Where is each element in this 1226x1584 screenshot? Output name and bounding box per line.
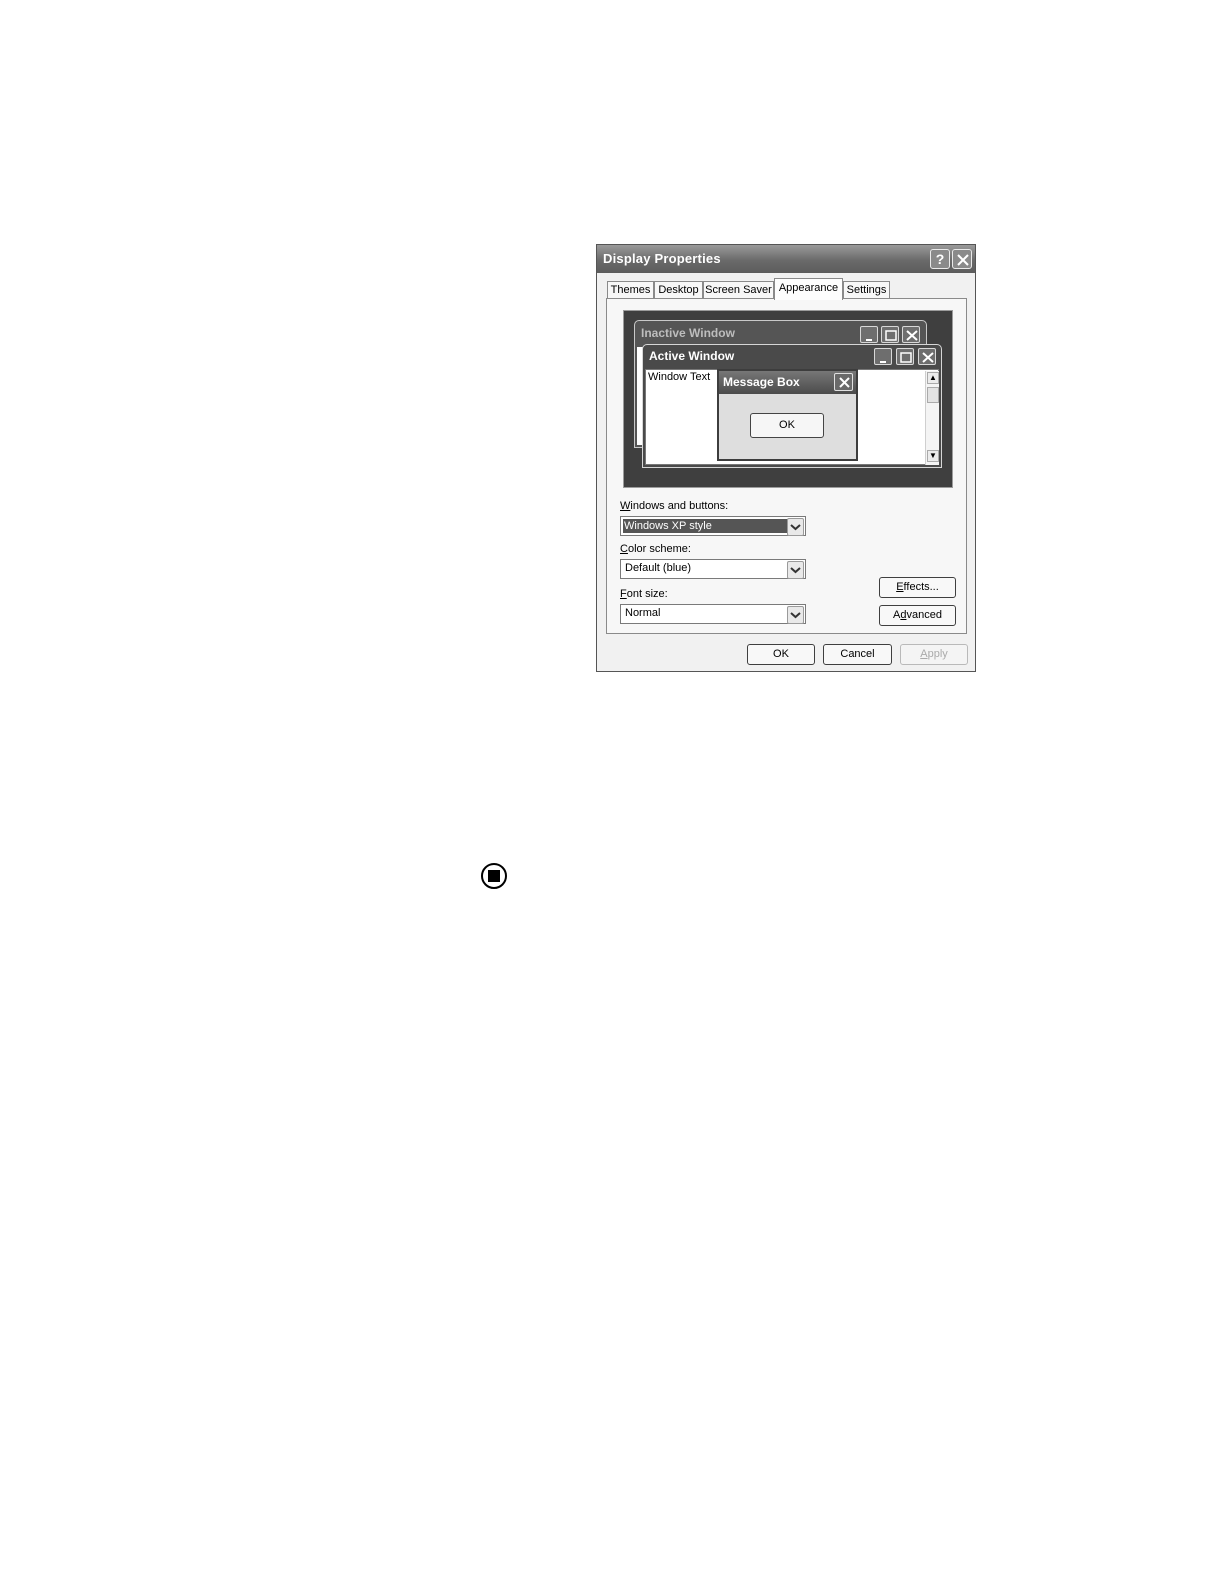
scroll-down-icon: ▼	[927, 450, 939, 462]
windows-and-buttons-select[interactable]: Windows XP style	[620, 516, 806, 536]
chevron-down-icon[interactable]	[787, 606, 804, 624]
chevron-down-icon[interactable]	[787, 561, 804, 579]
windows-and-buttons-label: Windows and buttons:	[620, 500, 729, 512]
scroll-up-icon: ▲	[927, 372, 939, 384]
close-icon	[902, 326, 920, 343]
tab-appearance[interactable]: Appearance	[774, 278, 843, 300]
display-properties-dialog: Display Properties ? Themes Desktop Scre…	[596, 244, 976, 672]
title-bar[interactable]: Display Properties ?	[597, 245, 975, 273]
appearance-preview: Inactive Window Active Window Window Tex…	[623, 310, 953, 488]
effects-button[interactable]: Effects...	[879, 577, 956, 598]
color-scheme-select[interactable]: Default (blue)	[620, 559, 806, 579]
tab-desktop[interactable]: Desktop	[654, 281, 703, 299]
font-size-select[interactable]: Normal	[620, 604, 806, 624]
font-size-value: Normal	[625, 607, 661, 619]
appearance-panel: Inactive Window Active Window Window Tex…	[606, 298, 967, 634]
help-button[interactable]: ?	[930, 249, 950, 269]
message-box-ok-sample: OK	[750, 413, 824, 438]
color-scheme-label: Color scheme:	[620, 543, 691, 555]
color-scheme-value: Default (blue)	[625, 562, 692, 574]
message-box-title-bar: Message Box	[719, 371, 856, 394]
font-size-label: Font size:	[620, 588, 668, 600]
scroll-thumb	[927, 387, 939, 403]
message-box-title: Message Box	[723, 375, 800, 389]
stop-icon	[481, 863, 507, 889]
close-icon	[834, 373, 853, 391]
apply-button[interactable]: Apply	[900, 644, 968, 665]
active-window-title: Active Window	[649, 349, 735, 363]
tab-screen-saver[interactable]: Screen Saver	[703, 281, 774, 299]
close-icon	[918, 348, 936, 365]
help-icon: ?	[935, 251, 945, 267]
advanced-button[interactable]: Advanced	[879, 605, 956, 626]
message-box-preview: Message Box OK	[717, 369, 858, 461]
inactive-window-title: Inactive Window	[641, 326, 735, 340]
cancel-button[interactable]: Cancel	[823, 644, 892, 665]
minimize-icon	[860, 326, 878, 343]
ok-button[interactable]: OK	[747, 644, 815, 665]
close-button[interactable]	[952, 249, 972, 269]
chevron-down-icon[interactable]	[787, 518, 804, 536]
tab-settings[interactable]: Settings	[843, 281, 890, 299]
close-icon	[957, 254, 969, 266]
maximize-icon	[881, 326, 899, 343]
stop-square	[488, 870, 500, 882]
minimize-icon	[874, 348, 892, 365]
maximize-icon	[896, 348, 914, 365]
dialog-title: Display Properties	[603, 251, 721, 266]
windows-and-buttons-value: Windows XP style	[623, 519, 788, 533]
window-text-sample: Window Text	[648, 371, 711, 383]
tab-themes[interactable]: Themes	[607, 281, 654, 299]
preview-scrollbar: ▲ ▼	[925, 371, 939, 465]
